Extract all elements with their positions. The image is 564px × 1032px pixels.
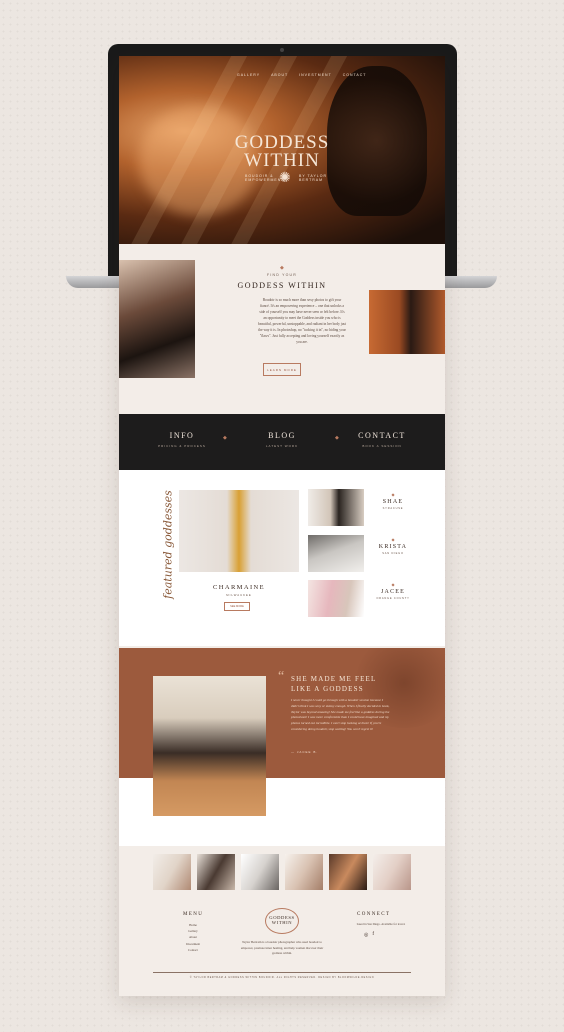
featured-thumb-krista[interactable] [308,535,364,572]
gallery-thumb[interactable] [153,854,191,890]
nav-gallery[interactable]: GALLERY [237,73,260,77]
footer: MENU Home Gallery About Investment Conta… [119,904,445,996]
featured-side-jacee[interactable]: ◆ JACEE ORANGE COUNTY [371,582,415,600]
featured-main-location: MILWAUKEE [226,593,252,597]
featured-thumb-jacee[interactable] [308,580,364,617]
footer-link-contact[interactable]: Contact [171,947,215,953]
learn-more-button[interactable]: LEARN MORE [263,363,301,376]
footer-connect-title: CONNECT [357,912,391,917]
footer-menu-title: MENU [183,912,204,917]
intro-section: ◆ FIND YOUR GODDESS WITHIN Boudoir is so… [119,244,445,410]
intro-heading: GODDESS WITHIN [237,281,327,290]
intro-body: Boudoir is so much more than sexy photos… [258,298,346,344]
testimonial-heading: SHE MADE ME FEEL LIKE A GODDESS [291,675,377,693]
footer-divider [153,972,411,973]
footer-connect-sub: based in San Diego. Available for travel… [356,922,406,926]
instagram-strip [119,846,445,904]
instagram-icon[interactable]: ◎ [364,932,368,938]
website-page[interactable]: GALLERY ABOUT INVESTMENT CONTACT GODDESS… [119,56,445,996]
intro-eyebrow: FIND YOUR [267,273,297,277]
quick-link-info[interactable]: INFO PRICING & PROCESS [142,431,222,448]
quick-links-bar: INFO PRICING & PROCESS ◆ BLOG LATEST WOR… [119,414,445,470]
see-more-button[interactable]: SEE MORE [224,602,250,611]
quick-link-contact[interactable]: CONTACT BOOK A SESSION [342,431,422,448]
footer-logo[interactable]: GODDESS WITHIN [265,908,299,934]
gallery-thumb[interactable] [329,854,367,890]
intro-photo-right [369,290,445,354]
featured-goddesses-section: featured goddesses CHARMAINE MILWAUKEE S… [119,470,445,646]
nav-about[interactable]: ABOUT [271,73,288,77]
hero-logo-title: GODDESS WITHIN [234,132,330,171]
featured-main-photo[interactable] [179,490,299,572]
quick-link-blog[interactable]: BLOG LATEST WORK [242,431,322,448]
testimonial-author: — JACEE B. [291,750,319,754]
footer-menu: Home Gallery About Investment Contact [171,922,215,953]
quote-icon: “ [278,669,285,684]
diamond-icon: ◆ [223,436,227,441]
nav-investment[interactable]: INVESTMENT [299,73,332,77]
laptop-camera [280,48,284,52]
gallery-thumb[interactable] [373,854,411,890]
diamond-icon: ◆ [280,266,284,271]
hero-section: GALLERY ABOUT INVESTMENT CONTACT GODDESS… [119,56,445,244]
intro-photo-left [119,260,195,378]
hero-byline: BY TAYLOR BERTRAM [299,174,327,182]
testimonial-photo [153,676,266,816]
featured-side-krista[interactable]: ◆ KRISTA SAN DIEGO [371,537,415,555]
gallery-thumb[interactable] [241,854,279,890]
featured-side-shae[interactable]: ◆ SHAE SYRACUSE [371,492,415,510]
main-nav: GALLERY ABOUT INVESTMENT CONTACT [237,73,366,77]
facebook-icon[interactable]: f [372,932,374,938]
featured-thumb-shae[interactable] [308,489,364,526]
gallery-thumb[interactable] [197,854,235,890]
footer-about: Taylor Bertram is a boudoir photographer… [240,940,324,956]
footer-copyright: © TAYLOR BERTRAM & GODDESS WITHIN BOUDOI… [189,976,375,979]
testimonial-body: I never thought I could go through with … [291,698,390,731]
sunburst-icon: ✺ [279,171,291,186]
diamond-icon: ◆ [335,436,339,441]
nav-contact[interactable]: CONTACT [343,73,367,77]
featured-main-name: CHARMAINE [213,584,265,591]
gallery-thumb[interactable] [285,854,323,890]
social-links: ◎ f [364,932,374,938]
